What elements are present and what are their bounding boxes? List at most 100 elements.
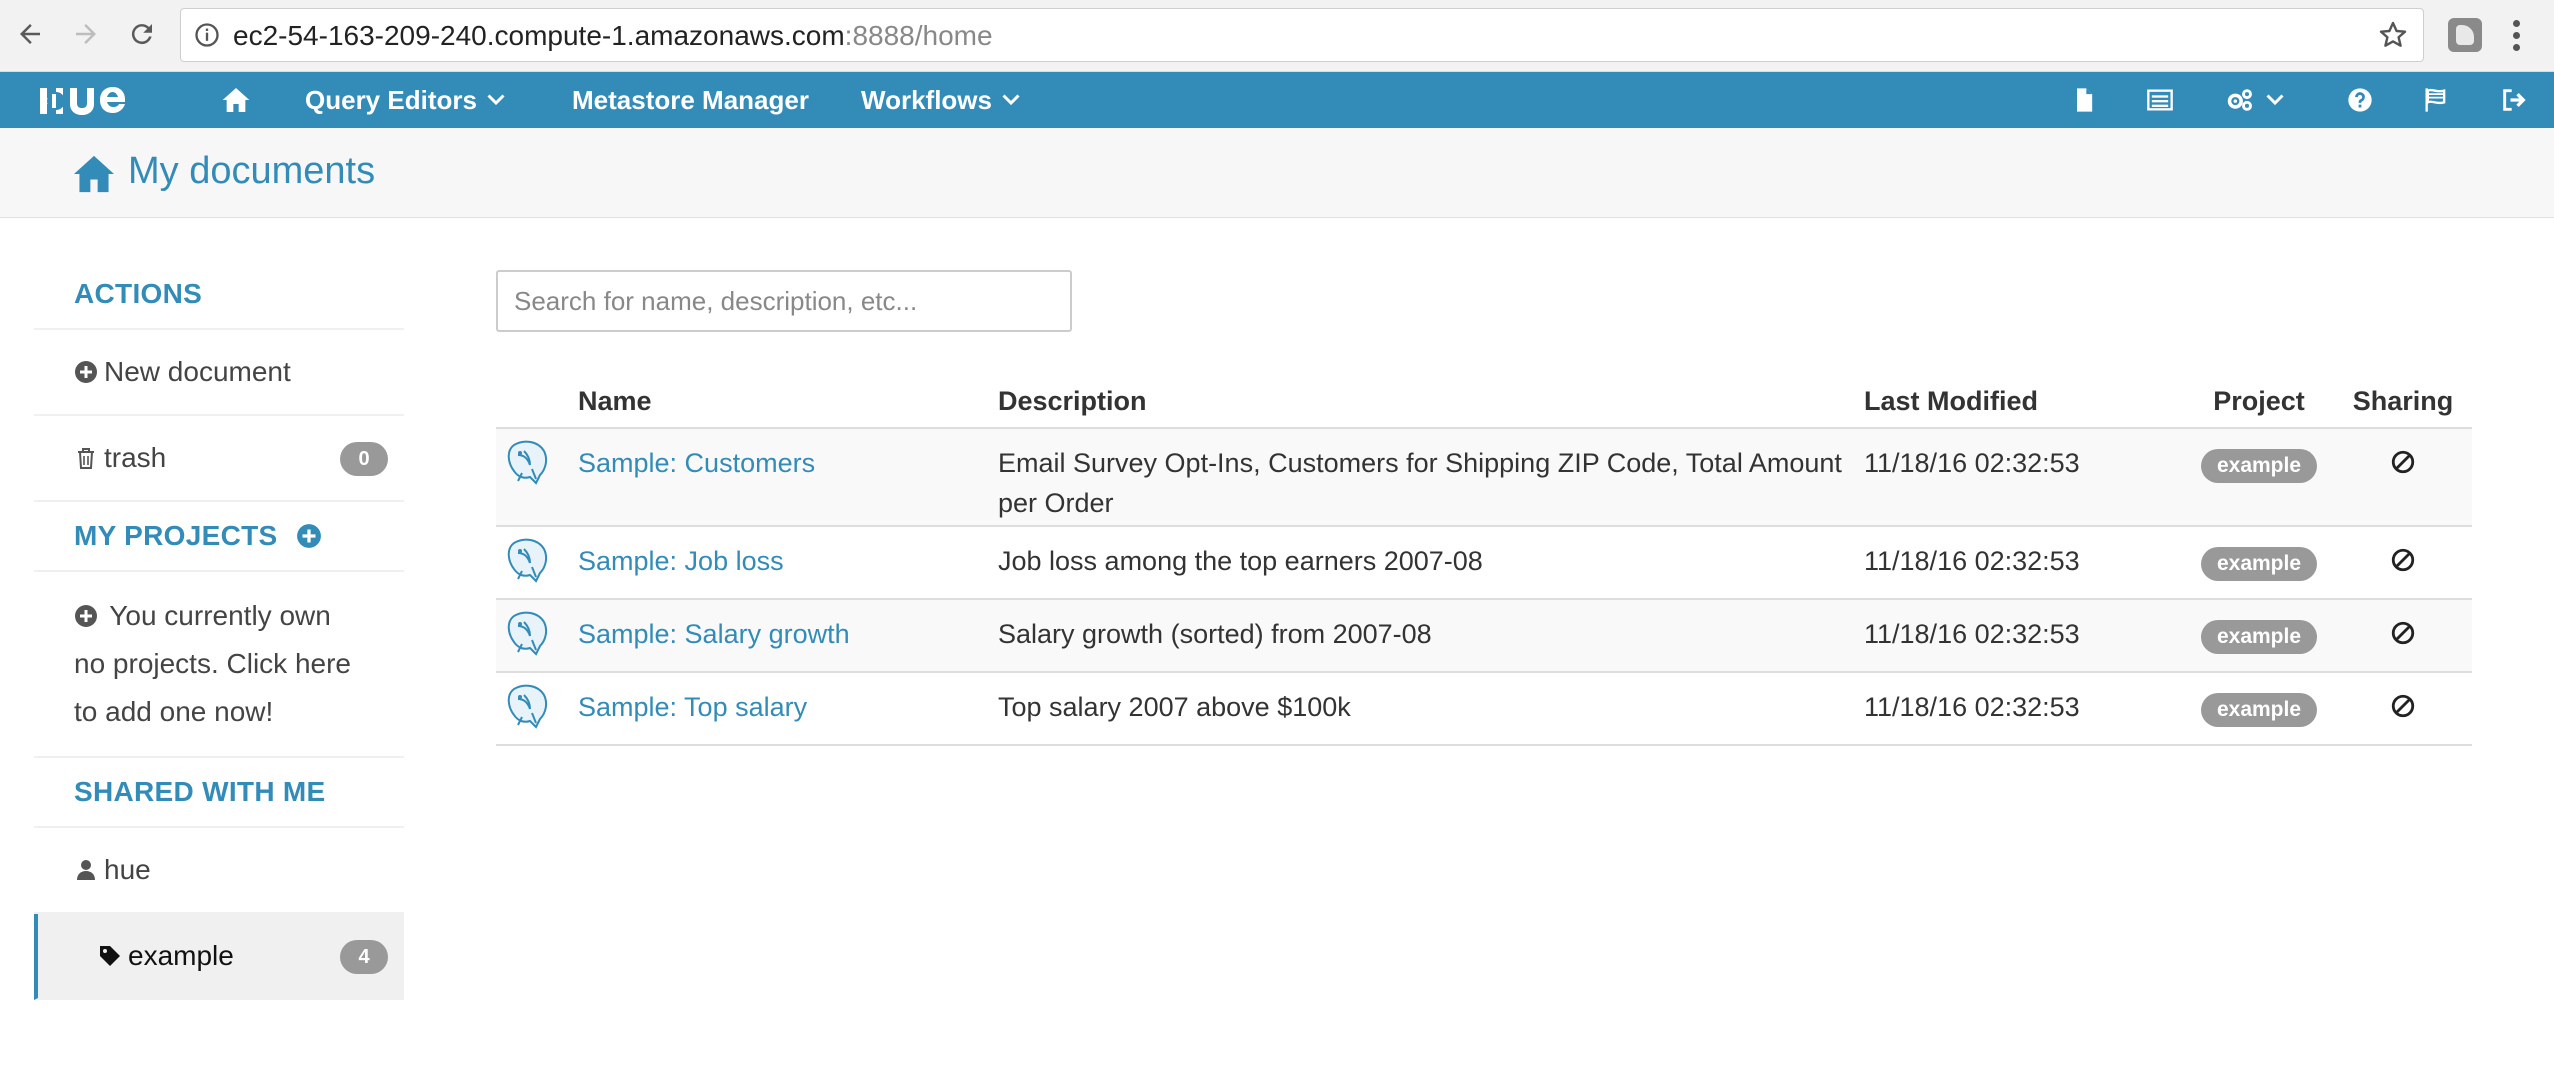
logout-icon[interactable] bbox=[2500, 86, 2528, 114]
admin-menu[interactable] bbox=[2224, 72, 2284, 128]
my-projects-label: MY PROJECTS bbox=[74, 520, 278, 551]
chevron-down-icon bbox=[2266, 94, 2284, 106]
browser-toolbar: ec2-54-163-209-240.compute-1.amazonaws.c… bbox=[0, 0, 2554, 72]
document-name-link[interactable]: Sample: Job loss bbox=[578, 546, 784, 576]
document-description: Top salary 2007 above $100k bbox=[998, 672, 1864, 746]
sharing-cell[interactable] bbox=[2334, 599, 2472, 673]
add-project-link[interactable]: You currently own no projects. Click her… bbox=[34, 572, 404, 758]
url-path: :8888/home bbox=[844, 20, 993, 51]
document-name-link[interactable]: Sample: Salary growth bbox=[578, 619, 850, 649]
project-badge[interactable]: example bbox=[2200, 693, 2318, 727]
tag-label: example bbox=[128, 940, 234, 971]
top-navbar: Query Editors Metastore Manager Workflow… bbox=[0, 72, 2554, 128]
project-column-header[interactable]: Project bbox=[2184, 376, 2334, 429]
document-modified: 11/18/16 02:32:53 bbox=[1864, 526, 2184, 600]
document-description: Salary growth (sorted) from 2007-08 bbox=[998, 599, 1864, 673]
chevron-down-icon bbox=[1002, 94, 1020, 106]
gears-icon bbox=[2227, 89, 2252, 111]
shared-heading-label: SHARED WITH ME bbox=[74, 776, 326, 807]
document-name-link[interactable]: Sample: Top salary bbox=[578, 692, 807, 722]
no-sharing-icon bbox=[2391, 450, 2415, 474]
trash-link[interactable]: trash 0 bbox=[34, 416, 404, 502]
name-column-header[interactable]: Name bbox=[578, 376, 998, 429]
trash-label: trash bbox=[104, 442, 167, 473]
shared-user-label: hue bbox=[104, 854, 151, 885]
reload-icon[interactable] bbox=[122, 14, 162, 54]
hue-logo[interactable] bbox=[38, 84, 150, 118]
shared-with-me-heading: SHARED WITH ME bbox=[34, 758, 404, 828]
actions-heading: ACTIONS bbox=[34, 260, 404, 330]
no-sharing-icon bbox=[2391, 548, 2415, 572]
description-column-header[interactable]: Description bbox=[998, 376, 1864, 429]
page-title: My documents bbox=[128, 150, 376, 192]
jobs-table-icon[interactable] bbox=[2146, 86, 2174, 114]
new-document-button[interactable]: New document bbox=[34, 330, 404, 416]
documents-table: Name Description Last Modified Project S… bbox=[496, 376, 2472, 746]
table-header-row: Name Description Last Modified Project S… bbox=[496, 376, 2472, 429]
sharing-column-header[interactable]: Sharing bbox=[2334, 376, 2472, 429]
page-header: My documents bbox=[0, 128, 2554, 218]
projects-note: You currently own no projects. Click her… bbox=[74, 600, 352, 727]
document-modified: 11/18/16 02:32:53 bbox=[1864, 599, 2184, 673]
table-row[interactable]: Sample: Job loss Job loss among the top … bbox=[496, 526, 2472, 600]
workflows-menu[interactable]: Workflows bbox=[861, 72, 1020, 128]
home-icon bbox=[74, 155, 114, 193]
document-description: Job loss among the top earners 2007-08 bbox=[998, 526, 1864, 600]
plus-circle-icon bbox=[75, 361, 97, 383]
trash-count-badge: 0 bbox=[340, 442, 388, 476]
my-projects-heading: MY PROJECTS bbox=[34, 502, 404, 572]
actions-heading-label: ACTIONS bbox=[74, 278, 203, 309]
extension-icon[interactable] bbox=[2448, 18, 2482, 52]
project-badge[interactable]: example bbox=[2200, 620, 2318, 654]
hive-icon bbox=[496, 428, 578, 527]
url-text: ec2-54-163-209-240.compute-1.amazonaws.c… bbox=[233, 21, 993, 51]
add-project-icon[interactable] bbox=[296, 523, 322, 549]
sharing-cell[interactable] bbox=[2334, 672, 2472, 746]
hive-icon bbox=[496, 672, 578, 746]
tag-icon bbox=[100, 946, 120, 966]
document-modified: 11/18/16 02:32:53 bbox=[1864, 428, 2184, 527]
project-badge[interactable]: example bbox=[2200, 547, 2318, 581]
shared-user-hue[interactable]: hue bbox=[34, 828, 404, 914]
tag-example[interactable]: example 4 bbox=[34, 914, 404, 1000]
document-icon[interactable] bbox=[2070, 86, 2098, 114]
address-bar[interactable]: ec2-54-163-209-240.compute-1.amazonaws.c… bbox=[180, 8, 2424, 62]
icon-column-header bbox=[496, 376, 578, 429]
forward-arrow-icon[interactable] bbox=[66, 14, 106, 54]
no-sharing-icon bbox=[2391, 621, 2415, 645]
query-editors-menu[interactable]: Query Editors bbox=[305, 72, 505, 128]
query-editors-label: Query Editors bbox=[305, 84, 477, 115]
bookmark-star-icon[interactable] bbox=[2377, 19, 2409, 51]
question-icon[interactable] bbox=[2346, 86, 2374, 114]
url-host: ec2-54-163-209-240.compute-1.amazonaws.c… bbox=[233, 20, 845, 51]
plus-circle-icon bbox=[75, 605, 97, 627]
project-badge[interactable]: example bbox=[2200, 449, 2318, 483]
metastore-label: Metastore Manager bbox=[572, 84, 809, 115]
workflows-label: Workflows bbox=[861, 84, 992, 115]
table-row[interactable]: Sample: Salary growth Salary growth (sor… bbox=[496, 599, 2472, 673]
hive-icon bbox=[496, 599, 578, 673]
trash-icon bbox=[78, 448, 94, 469]
sidebar: ACTIONS New document trash 0 MY PROJECTS… bbox=[34, 260, 404, 1000]
sharing-cell[interactable] bbox=[2334, 428, 2472, 527]
browser-menu-icon[interactable] bbox=[2510, 18, 2522, 54]
info-icon[interactable] bbox=[193, 21, 221, 49]
home-icon[interactable] bbox=[220, 84, 252, 116]
search-input[interactable] bbox=[496, 270, 1072, 332]
metastore-manager-link[interactable]: Metastore Manager bbox=[572, 72, 809, 128]
sharing-cell[interactable] bbox=[2334, 526, 2472, 600]
new-document-label: New document bbox=[104, 356, 291, 387]
table-row[interactable]: Sample: Top salary Top salary 2007 above… bbox=[496, 672, 2472, 746]
flag-icon[interactable] bbox=[2422, 86, 2450, 114]
no-sharing-icon bbox=[2391, 694, 2415, 718]
table-row[interactable]: Sample: Customers Email Survey Opt-Ins, … bbox=[496, 428, 2472, 527]
document-modified: 11/18/16 02:32:53 bbox=[1864, 672, 2184, 746]
user-icon bbox=[77, 860, 95, 880]
hive-icon bbox=[496, 526, 578, 600]
back-arrow-icon[interactable] bbox=[10, 14, 50, 54]
document-description: Email Survey Opt-Ins, Customers for Ship… bbox=[998, 428, 1864, 527]
tag-count-badge: 4 bbox=[340, 940, 388, 974]
last-modified-column-header[interactable]: Last Modified bbox=[1864, 376, 2184, 429]
chevron-down-icon bbox=[487, 94, 505, 106]
document-name-link[interactable]: Sample: Customers bbox=[578, 448, 815, 478]
